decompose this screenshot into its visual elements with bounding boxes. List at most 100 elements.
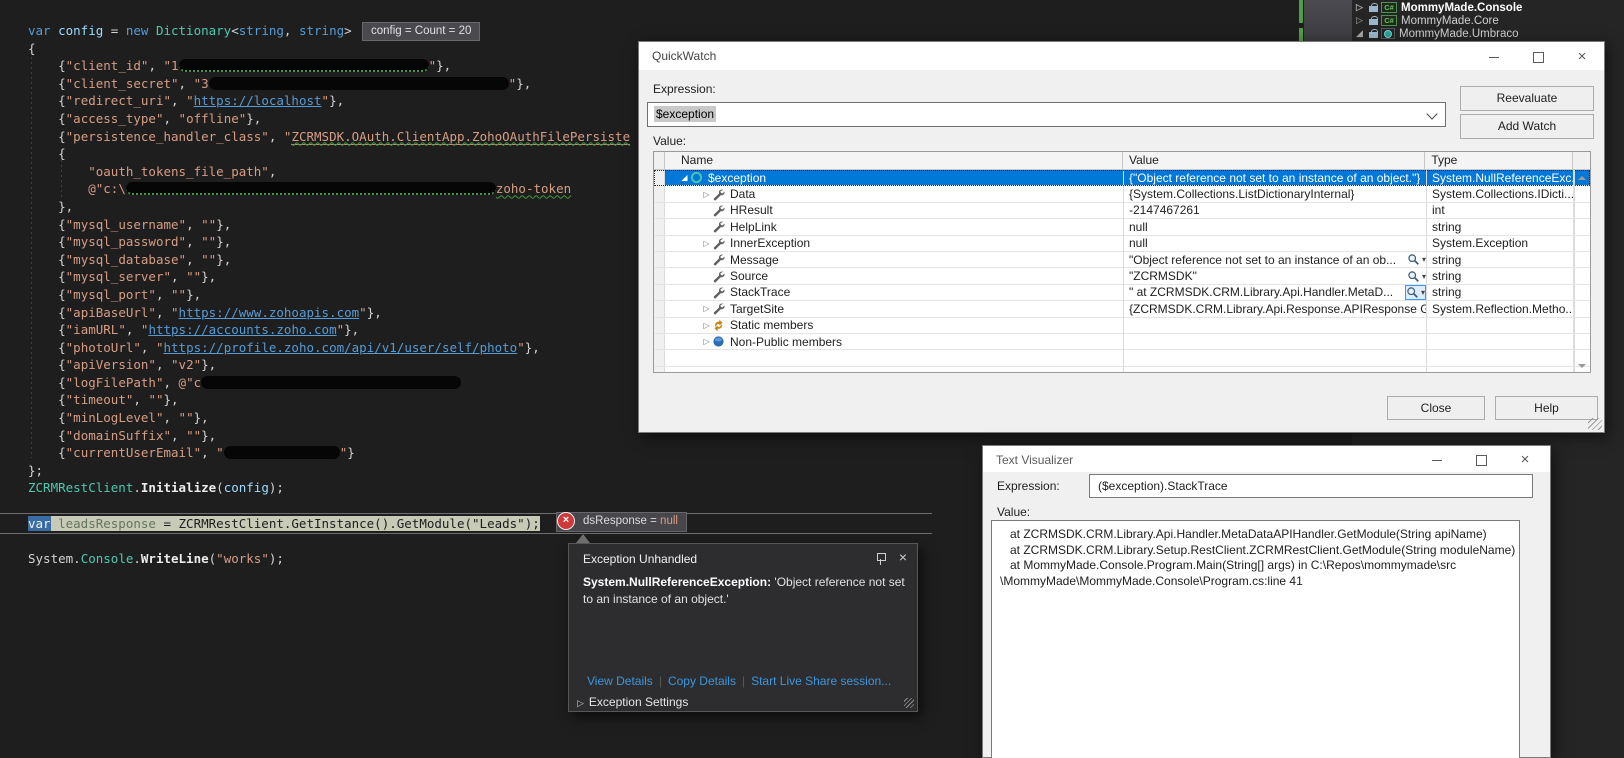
expanded-icon[interactable]: ◢: [1356, 27, 1368, 40]
watch-row-data[interactable]: ▷ Data {System.Collections.ListDictionaryI…: [654, 186, 1590, 203]
link-copy-details[interactable]: Copy Details: [668, 674, 736, 688]
chevron-down-icon[interactable]: ▾: [1422, 255, 1426, 264]
watch-name: Source: [730, 269, 769, 284]
chevron-right-icon: ▷: [577, 698, 584, 708]
watch-value: {"Object reference not set to an instanc…: [1129, 170, 1421, 185]
visualizer-magnifier-button[interactable]: ▾: [1404, 284, 1426, 300]
row-gutter: [654, 219, 665, 235]
watch-type: System.Exception: [1427, 235, 1575, 251]
watch-grid-header[interactable]: Name Value Type: [654, 152, 1590, 170]
watch-name: HResult: [730, 203, 773, 218]
exception-value-datatip: dsResponse = null: [556, 512, 687, 532]
watch-type: [1427, 317, 1575, 333]
property-wrench-icon: [713, 238, 725, 250]
lock-icon: [1369, 3, 1378, 12]
collapse-arrow-icon[interactable]: ▷: [1356, 1, 1368, 14]
watch-row-helplink[interactable]: HelpLink null string: [654, 219, 1590, 236]
close-icon[interactable]: ×: [1575, 49, 1589, 64]
expression-combobox[interactable]: $exception: [647, 102, 1446, 127]
text-visualizer-titlebar[interactable]: Text Visualizer ×: [983, 446, 1550, 472]
maximize-icon[interactable]: [1531, 50, 1545, 64]
tree-expander-icon[interactable]: ◢: [679, 173, 690, 182]
close-icon[interactable]: ×: [899, 549, 907, 565]
minimize-icon[interactable]: [1487, 50, 1501, 64]
row-gutter: [654, 284, 665, 301]
stack-trace-text[interactable]: at ZCRMSDK.CRM.Library.Api.Handler.MetaD…: [991, 520, 1520, 758]
link-start-live-share-session-[interactable]: Start Live Share session...: [751, 674, 891, 688]
close-button[interactable]: Close: [1387, 396, 1485, 420]
column-header-name[interactable]: Name: [665, 152, 1123, 169]
add-watch-button[interactable]: Add Watch: [1460, 114, 1594, 139]
editor-scrollbar-thumb[interactable]: [1304, 0, 1352, 41]
reevaluate-button[interactable]: Reevaluate: [1460, 86, 1594, 111]
redacted-secret: [125, 182, 496, 196]
watch-row-innerexception[interactable]: ▷ InnerException null System.Exception: [654, 235, 1590, 252]
row-gutter: [654, 366, 665, 372]
sidebar-item-mommymade.umbraco[interactable]: ◢ MommyMade.Umbraco: [1352, 27, 1624, 40]
chevron-down-icon[interactable]: [1426, 108, 1438, 120]
exception-settings-expander[interactable]: ▷ Exception Settings: [577, 695, 688, 709]
link-view-details[interactable]: View Details: [587, 674, 653, 688]
resize-grip[interactable]: [904, 698, 914, 708]
minimize-icon[interactable]: [1430, 453, 1444, 467]
watch-row-$exception[interactable]: ◢ $exception {"Object reference not set to…: [654, 170, 1590, 187]
watch-type: [1427, 366, 1575, 372]
sidebar-item-mommymade.core[interactable]: ▷ C# MommyMade.Core: [1352, 14, 1624, 27]
column-header-value[interactable]: Value: [1123, 152, 1426, 169]
stack-trace-line: \MommyMade\MommyMade.Console\Program.cs:…: [1000, 573, 1303, 588]
resize-grip[interactable]: [1588, 418, 1602, 430]
tree-expander-icon[interactable]: ▷: [701, 304, 712, 313]
static-members-icon: [714, 319, 723, 331]
visualizer-magnifier-button[interactable]: ▾: [1407, 270, 1426, 283]
watch-row-hresult[interactable]: HResult -2147467261 int: [654, 202, 1590, 220]
exception-error-icon[interactable]: ×: [557, 512, 575, 530]
redacted-secret: [201, 375, 462, 389]
vs-debug-screen: var config = new Dictionary<string, stri…: [0, 0, 1624, 758]
magnifier-icon: [1408, 270, 1419, 282]
popup-callout-notch: [576, 534, 590, 543]
watch-name: StackTrace: [730, 285, 791, 300]
exception-object-icon: [690, 172, 703, 184]
quickwatch-titlebar[interactable]: QuickWatch ×: [639, 42, 1604, 70]
row-gutter: [654, 317, 665, 333]
column-header-type[interactable]: Type: [1425, 152, 1573, 169]
maximize-icon[interactable]: [1474, 453, 1488, 467]
expression-field[interactable]: ($exception).StackTrace: [1089, 474, 1533, 498]
scroll-up-icon[interactable]: [1578, 176, 1586, 180]
watch-row-static-members[interactable]: ▷ Static members: [654, 317, 1590, 334]
watch-value: " at ZCRMSDK.CRM.Library.Api.Handler.Met…: [1129, 285, 1394, 300]
tree-expander-icon[interactable]: ▷: [701, 321, 712, 330]
collapse-arrow-icon[interactable]: ▷: [1356, 14, 1368, 27]
watch-grid[interactable]: Name Value Type ◢ $exception {"Object refe…: [653, 151, 1591, 373]
chevron-down-icon[interactable]: ▾: [1421, 288, 1425, 297]
sidebar-item-mommymade.console[interactable]: ▷ C# MommyMade.Console: [1352, 1, 1624, 14]
scroll-down-icon[interactable]: [1578, 364, 1586, 368]
row-gutter: [654, 202, 665, 219]
watch-row-non-public-members[interactable]: ▷ Non-Public members: [654, 333, 1590, 351]
watch-row-stacktrace[interactable]: StackTrace " at ZCRMSDK.CRM.Library.Api.H…: [654, 284, 1590, 302]
current-statement-rule-bottom: [0, 533, 932, 534]
tree-expander-icon[interactable]: ▷: [701, 190, 712, 199]
exception-unhandled-popup: Exception Unhandled × System.NullReferen…: [568, 543, 918, 712]
project-label: MommyMade.Console: [1401, 1, 1523, 14]
help-button[interactable]: Help: [1495, 396, 1598, 420]
visualizer-magnifier-button[interactable]: ▾: [1407, 253, 1426, 266]
pin-icon[interactable]: [876, 553, 886, 565]
row-gutter: [654, 170, 665, 186]
watch-row-targetsite[interactable]: ▷ TargetSite {ZCRMSDK.CRM.Library.Api.Resp…: [654, 301, 1590, 318]
close-icon[interactable]: ×: [1518, 452, 1532, 467]
value-label: Value:: [653, 134, 687, 148]
watch-type: string: [1427, 219, 1575, 235]
watch-value: -2147467261: [1129, 203, 1200, 218]
watch-row-empty[interactable]: [654, 350, 1590, 367]
grid-gutter: [654, 152, 665, 169]
watch-row-message[interactable]: Message "Object reference not set to an i…: [654, 251, 1590, 269]
tree-expander-icon[interactable]: ▷: [701, 239, 712, 248]
chevron-down-icon[interactable]: ▾: [1422, 272, 1426, 281]
watch-row-source[interactable]: Source "ZCRMSDK" ▾ string: [654, 268, 1590, 285]
tree-expander-icon[interactable]: ▷: [701, 337, 712, 346]
grid-scrollbar[interactable]: [1573, 170, 1590, 372]
link-separator: |: [741, 674, 746, 688]
magnifier-icon: [1408, 254, 1419, 266]
watch-row-empty[interactable]: [654, 366, 1590, 372]
